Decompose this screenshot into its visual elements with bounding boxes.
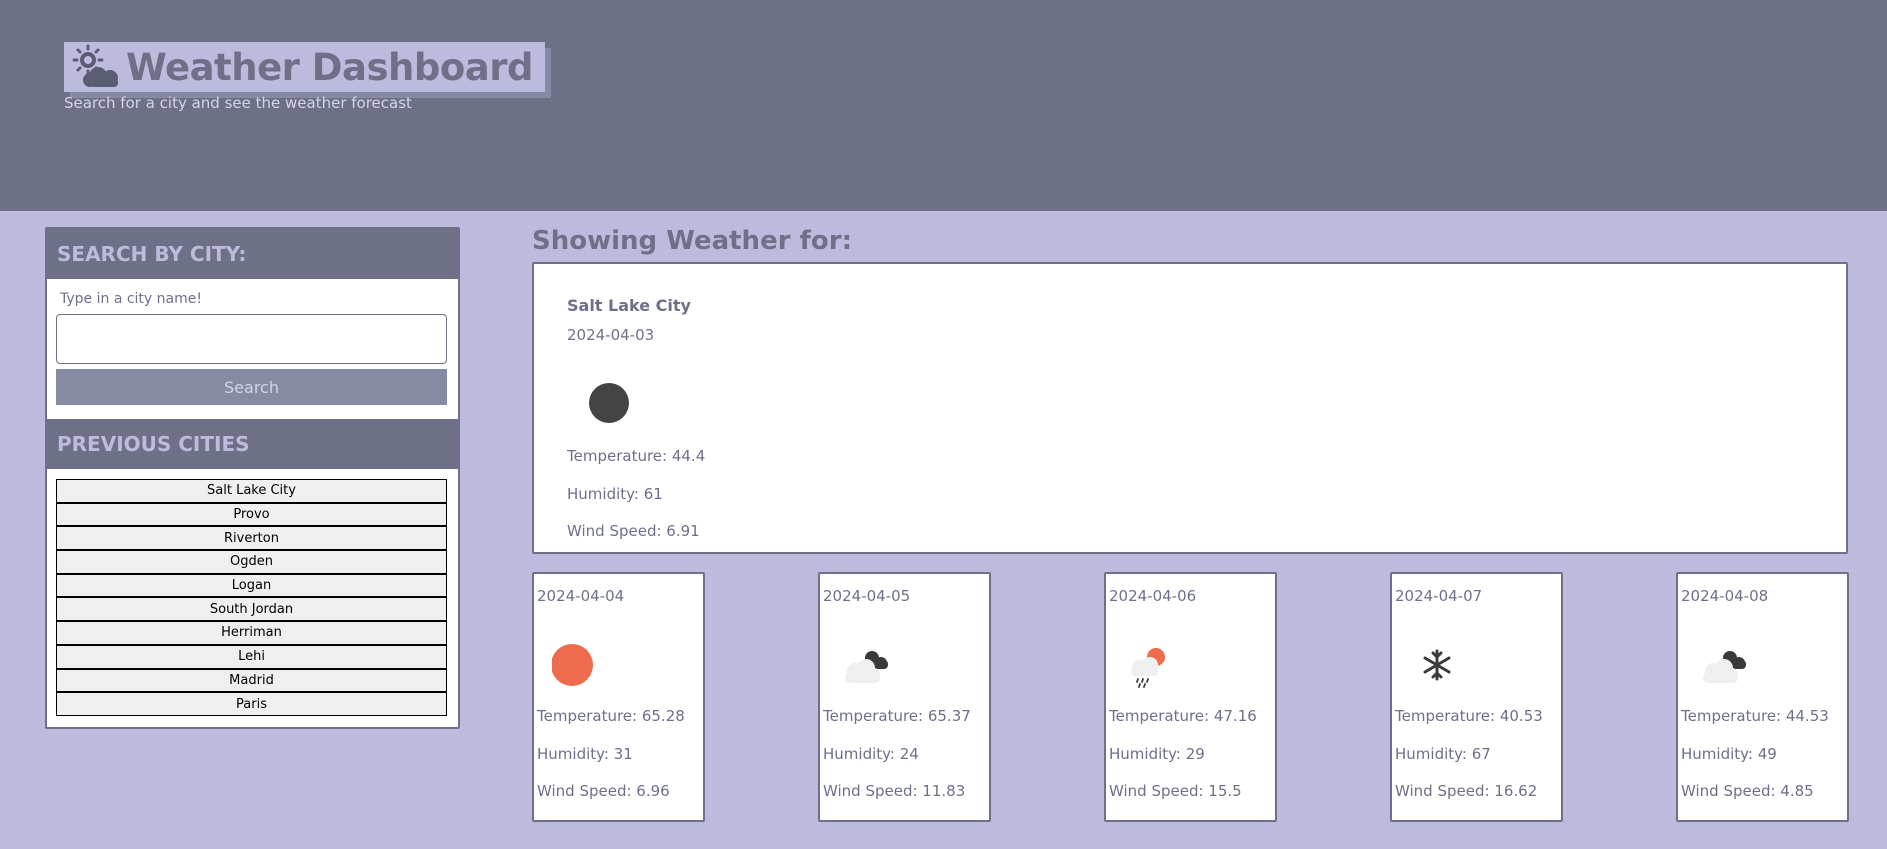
current-date: 2024-04-03: [567, 326, 655, 344]
search-heading: SEARCH BY CITY:: [47, 229, 458, 279]
city-button-salt-lake-city[interactable]: Salt Lake City: [56, 479, 447, 503]
search-label: Type in a city name!: [60, 291, 202, 307]
forecast-date: 2024-04-06: [1109, 587, 1197, 605]
page-header: Weather Dashboard Search for a city and …: [0, 0, 1887, 211]
forecast-temperature: Temperature: 40.53: [1395, 707, 1543, 725]
page-subtitle: Search for a city and see the weather fo…: [64, 94, 412, 112]
city-button-provo[interactable]: Provo: [56, 502, 447, 527]
forecast-wind-speed: Wind Speed: 4.85: [1681, 782, 1814, 800]
forecast-card: 2024-04-08 Temperature: 44.53 Humidity: …: [1676, 572, 1849, 822]
forecast-humidity: Humidity: 67: [1395, 745, 1491, 763]
current-temperature: Temperature: 44.4: [567, 447, 706, 465]
forecast-temperature: Temperature: 47.16: [1109, 707, 1257, 725]
sun-cloud-icon: [72, 44, 118, 87]
sidebar: SEARCH BY CITY: Type in a city name! Sea…: [45, 227, 460, 729]
forecast-wind-speed: Wind Speed: 15.5: [1109, 782, 1242, 800]
city-button-south-jordan[interactable]: South Jordan: [56, 597, 447, 622]
forecast-humidity: Humidity: 49: [1681, 745, 1777, 763]
snowflake-icon: [1423, 649, 1451, 681]
city-button-paris[interactable]: Paris: [56, 692, 447, 716]
showing-weather-heading: Showing Weather for:: [532, 226, 852, 256]
current-city-name: Salt Lake City: [567, 296, 691, 315]
forecast-date: 2024-04-08: [1681, 587, 1769, 605]
title-banner: Weather Dashboard: [64, 42, 545, 92]
forecast-date: 2024-04-07: [1395, 587, 1483, 605]
city-search-input[interactable]: [56, 314, 447, 364]
city-button-logan[interactable]: Logan: [56, 573, 447, 598]
city-button-ogden[interactable]: Ogden: [56, 550, 447, 574]
city-button-riverton[interactable]: Riverton: [56, 526, 447, 551]
city-button-lehi[interactable]: Lehi: [56, 644, 447, 669]
forecast-card: 2024-04-05 Temperature: 65.37 Humidity: …: [818, 572, 991, 822]
current-wind-speed: Wind Speed: 6.91: [567, 522, 700, 540]
sun-icon: [552, 644, 593, 686]
forecast-date: 2024-04-05: [823, 587, 911, 605]
rain-sun-icon: [1131, 648, 1165, 688]
search-button[interactable]: Search: [56, 369, 447, 405]
forecast-temperature: Temperature: 65.37: [823, 707, 971, 725]
previous-cities-heading: PREVIOUS CITIES: [47, 419, 458, 469]
forecast-card: 2024-04-07 Temperature: 40.53 Humidity: …: [1390, 572, 1563, 822]
forecast-wind-speed: Wind Speed: 6.96: [537, 782, 670, 800]
page-title: Weather Dashboard: [126, 45, 533, 89]
previous-cities-list: Salt Lake City Provo Riverton Ogden Loga…: [56, 479, 447, 716]
current-weather-card: Salt Lake City 2024-04-03 Temperature: 4…: [532, 262, 1848, 554]
current-humidity: Humidity: 61: [567, 485, 663, 503]
forecast-card: 2024-04-06 Temperature: 47.16 Humidity: …: [1104, 572, 1277, 822]
clouds-icon: [1703, 651, 1746, 683]
forecast-wind-speed: Wind Speed: 11.83: [823, 782, 966, 800]
forecast-humidity: Humidity: 29: [1109, 745, 1205, 763]
forecast-humidity: Humidity: 24: [823, 745, 919, 763]
forecast-temperature: Temperature: 44.53: [1681, 707, 1829, 725]
forecast-date: 2024-04-04: [537, 587, 625, 605]
city-button-herriman[interactable]: Herriman: [56, 621, 447, 645]
clouds-icon: [845, 651, 888, 683]
forecast-humidity: Humidity: 31: [537, 745, 633, 763]
moon-icon: [589, 383, 629, 423]
forecast-card: 2024-04-04 Temperature: 65.28 Humidity: …: [532, 572, 705, 822]
forecast-temperature: Temperature: 65.28: [537, 707, 685, 725]
city-button-madrid[interactable]: Madrid: [56, 668, 447, 693]
forecast-wind-speed: Wind Speed: 16.62: [1395, 782, 1538, 800]
